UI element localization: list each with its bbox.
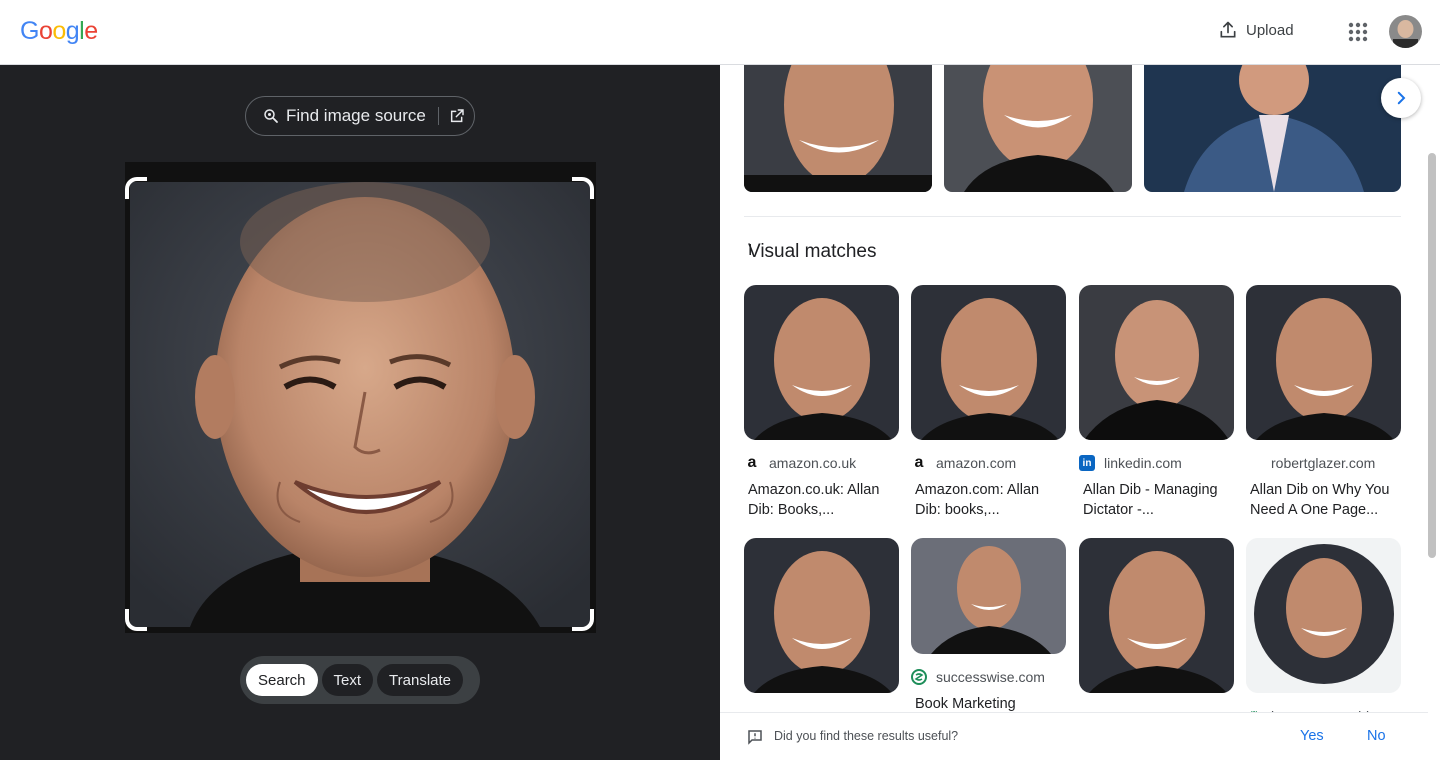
- crop-handle-bottom-left[interactable]: [125, 609, 147, 631]
- mode-text-button[interactable]: Text: [321, 664, 374, 696]
- visual-match-card[interactable]: [1079, 538, 1234, 693]
- source-domain: amazon.co.uk: [769, 455, 857, 471]
- amazon-icon: a: [914, 454, 924, 471]
- match-source[interactable]: a amazon.co.uk: [744, 454, 899, 472]
- feedback-no-button[interactable]: No: [1367, 728, 1386, 744]
- find-image-source-button[interactable]: Find image source: [245, 96, 475, 136]
- match-title[interactable]: Amazon.co.uk: Allan Dib: Books,...: [744, 480, 899, 520]
- result-thumbnail[interactable]: [1144, 65, 1401, 192]
- result-thumbnail[interactable]: [944, 65, 1132, 192]
- next-results-button[interactable]: [1381, 78, 1421, 118]
- chevron-right-icon: [1397, 91, 1406, 105]
- divider: [437, 107, 439, 125]
- feedback-yes-button[interactable]: Yes: [1300, 728, 1324, 744]
- visual-match-card[interactable]: a amazon.co.uk Amazon.co.uk: Allan Dib: B…: [744, 285, 899, 520]
- google-logo[interactable]: Google: [20, 17, 98, 46]
- top-results-strip: [744, 65, 1401, 192]
- visual-match-card[interactable]: successwise.com Book Marketing: [911, 538, 1066, 714]
- visual-match-card[interactable]: [744, 538, 899, 693]
- open-external-icon: [450, 109, 464, 123]
- linkedin-icon: in: [1079, 455, 1095, 471]
- upload-label: Upload: [1246, 21, 1294, 39]
- match-image: [744, 538, 899, 693]
- image-crop-area[interactable]: [125, 162, 596, 633]
- results-panel: Visual matches a amazon.co.uk Amazon.co.…: [720, 65, 1440, 760]
- match-title[interactable]: Allan Dib on Why You Need A One Page...: [1246, 480, 1401, 520]
- lens-search-icon: [264, 109, 278, 123]
- result-thumbnail[interactable]: [744, 65, 932, 192]
- uploaded-photo: [130, 182, 590, 627]
- match-image: [911, 538, 1066, 654]
- crop-handle-top-left[interactable]: [125, 177, 147, 199]
- source-domain: robertglazer.com: [1271, 455, 1376, 471]
- crop-handle-bottom-right[interactable]: [572, 609, 594, 631]
- crop-handle-top-right[interactable]: [572, 177, 594, 199]
- visual-match-card[interactable]: a amazon.com Amazon.com: Allan Dib: books…: [911, 285, 1066, 520]
- apps-grid-icon[interactable]: [1346, 20, 1370, 44]
- source-domain: linkedin.com: [1104, 455, 1182, 471]
- match-image: [911, 285, 1066, 440]
- match-title[interactable]: Book Marketing: [911, 694, 1066, 714]
- text-cursor-icon: I: [748, 242, 753, 259]
- match-source[interactable]: successwise.com: [911, 668, 1066, 686]
- visual-match-card[interactable]: in linkedin.com Allan Dib - Managing Dict…: [1079, 285, 1234, 520]
- section-divider: [744, 216, 1401, 217]
- source-domain: amazon.com: [936, 455, 1017, 471]
- upload-button[interactable]: Upload: [1218, 20, 1294, 40]
- match-source[interactable]: in linkedin.com: [1079, 454, 1234, 472]
- amazon-icon: a: [747, 454, 757, 471]
- successwise-icon: [911, 669, 927, 685]
- match-image: [1246, 285, 1401, 440]
- top-header: Google Upload: [0, 0, 1440, 65]
- mode-switcher: Search Text Translate: [240, 656, 480, 704]
- match-title[interactable]: Allan Dib - Managing Dictator -...: [1079, 480, 1234, 520]
- results-scrollbar[interactable]: [1428, 153, 1436, 558]
- upload-icon: [1220, 21, 1236, 38]
- match-title[interactable]: Amazon.com: Allan Dib: books,...: [911, 480, 1066, 520]
- match-source[interactable]: a amazon.com: [911, 454, 1066, 472]
- mode-translate-button[interactable]: Translate: [377, 664, 464, 696]
- source-domain: successwise.com: [936, 669, 1045, 685]
- feedback-question: Did you find these results useful?: [774, 729, 959, 743]
- mode-search-button[interactable]: Search: [246, 664, 318, 696]
- feedback-icon: [748, 730, 762, 745]
- visual-match-card[interactable]: robertglazer.com Allan Dib on Why You Nee…: [1246, 285, 1401, 520]
- section-title: Visual matches: [748, 241, 877, 262]
- account-avatar[interactable]: [1389, 15, 1422, 48]
- match-image: [1246, 538, 1401, 693]
- match-image: [744, 285, 899, 440]
- visual-match-card[interactable]: ʬ karewarecoachin: [1246, 538, 1401, 725]
- match-image: [1079, 538, 1234, 693]
- match-source[interactable]: robertglazer.com: [1246, 454, 1401, 472]
- lens-image-panel: Find image source Search Text Translate: [0, 65, 720, 760]
- find-image-source-label: Find image source: [286, 106, 426, 125]
- feedback-bar: Did you find these results useful? Yes N…: [720, 712, 1428, 760]
- match-image: [1079, 285, 1234, 440]
